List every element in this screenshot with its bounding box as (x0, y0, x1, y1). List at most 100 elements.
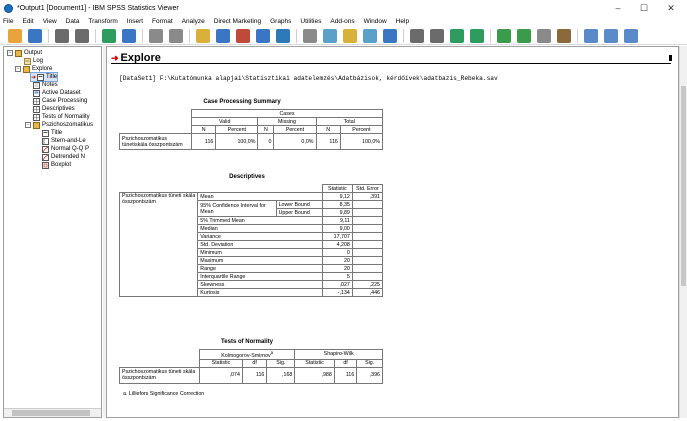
minimize-button[interactable]: – (605, 0, 631, 16)
column-header: Percent (215, 125, 259, 134)
undo-icon[interactable] (149, 28, 163, 43)
std-error-value (351, 264, 384, 273)
insert-text-icon[interactable] (624, 28, 638, 43)
nav-item-case-processing[interactable]: Case Processing (33, 97, 87, 105)
column-header: Sig. (266, 358, 296, 368)
export-icon[interactable] (102, 28, 116, 43)
statistic-label: Kurtosis (197, 288, 323, 297)
menu-window[interactable]: Window (364, 18, 387, 25)
chart-icon (42, 161, 49, 169)
weight-cases-icon[interactable] (323, 28, 337, 43)
statistic-value: -,134 (321, 288, 353, 297)
case-processing-title: Case Processing Summary (203, 99, 281, 105)
toolbar-separator (403, 28, 404, 43)
goto-data-icon[interactable] (196, 28, 210, 43)
print-preview-icon[interactable] (75, 28, 89, 43)
collapse-toggle[interactable]: − (15, 66, 21, 72)
content-vertical-scrollbar[interactable] (679, 46, 687, 418)
column-header: Statistic (294, 358, 335, 368)
std-error-value: ,446 (351, 288, 384, 297)
menu-insert[interactable]: Insert (127, 18, 143, 25)
demote-icon[interactable] (470, 28, 484, 43)
nav-item-normal-qq[interactable]: Normal Q-Q P (42, 145, 89, 153)
nav-item-detrended[interactable]: Detrended N (42, 153, 85, 161)
select-cases-icon[interactable] (303, 28, 317, 43)
descriptives-table[interactable]: Statistic Std. Error Pszichoszomatikus t… (118, 184, 384, 297)
insert-output-icon[interactable] (410, 28, 424, 43)
menu-edit[interactable]: Edit (22, 18, 33, 25)
maximize-button[interactable]: ☐ (631, 0, 657, 16)
menu-help[interactable]: Help (396, 18, 409, 25)
output-book-icon (15, 49, 22, 57)
nav-item-pszichoszomatikus[interactable]: − Pszichoszomatikus (25, 121, 93, 129)
show-icon[interactable] (537, 28, 551, 43)
table-cell: ,074 (199, 366, 243, 384)
nav-item-title-2[interactable]: Title (42, 129, 62, 137)
menu-file[interactable]: File (3, 18, 13, 25)
scrollbar-thumb[interactable] (681, 86, 686, 286)
menu-format[interactable]: Format (152, 18, 173, 25)
nav-item-notes[interactable]: Notes (33, 81, 58, 89)
use-sets-icon[interactable] (363, 28, 377, 43)
scrollbar-thumb[interactable] (12, 410, 90, 416)
chart-icon (42, 145, 49, 153)
recall-dialog-icon[interactable] (122, 28, 136, 43)
nav-item-stem-and-leaf[interactable]: Stem-and-Le (42, 137, 86, 145)
group-header: Valid (190, 117, 259, 126)
menu-graphs[interactable]: Graphs (270, 18, 291, 25)
navigator-horizontal-scrollbar[interactable] (4, 408, 101, 417)
redo-icon[interactable] (169, 28, 183, 43)
expand-icon[interactable] (497, 28, 511, 43)
close-button[interactable]: ✕ (658, 0, 684, 16)
outline-navigator: − Output Log − Explore ➜ Title Notes Act… (3, 46, 102, 418)
hide-icon[interactable] (557, 28, 571, 43)
group-header: Kolmogorov-Smirnova (198, 349, 296, 360)
collapse-toggle[interactable]: − (25, 122, 31, 128)
output-content-pane: ➜ Explore [DataSet1] F:\Kutatómunka alap… (106, 46, 679, 418)
column-header: Std. Error (351, 184, 384, 193)
designate-window-icon[interactable] (430, 28, 444, 43)
normality-title: Tests of Normality (221, 339, 273, 345)
nav-item-tests-of-normality[interactable]: Tests of Normality (33, 113, 90, 121)
case-processing-table[interactable]: Cases Valid Missing Total N Percent N Pe… (119, 109, 384, 150)
normality-table[interactable]: Kolmogorov-Smirnova Shapiro-Wilk Statist… (119, 349, 383, 384)
nav-item-descriptives[interactable]: Descriptives (33, 105, 75, 113)
std-error-value (351, 224, 384, 233)
folder-book-icon (33, 121, 40, 129)
stem-leaf-icon (42, 137, 49, 145)
statistic-label: Variance (197, 232, 323, 241)
heading-end-marker (669, 55, 672, 61)
nav-item-output[interactable]: − Output (7, 49, 42, 57)
table-cell: 116 (241, 366, 268, 384)
menu-transform[interactable]: Transform (88, 18, 117, 25)
menu-direct-marketing[interactable]: Direct Marketing (214, 18, 261, 25)
nav-item-log[interactable]: Log (24, 57, 43, 65)
menu-utilities[interactable]: Utilities (300, 18, 321, 25)
column-header: N (257, 125, 275, 134)
promote-icon[interactable] (450, 28, 464, 43)
goto-case-icon[interactable] (216, 28, 230, 43)
goto-variable-icon[interactable] (236, 28, 250, 43)
nav-item-boxplot[interactable]: Boxplot (42, 161, 71, 169)
group-header: Total (315, 117, 383, 126)
menu-view[interactable]: View (43, 18, 57, 25)
insert-heading-icon[interactable] (584, 28, 598, 43)
std-error-value (351, 216, 384, 225)
insert-title-icon[interactable] (604, 28, 618, 43)
menu-analyze[interactable]: Analyze (182, 18, 205, 25)
print-icon[interactable] (55, 28, 69, 43)
nav-item-explore[interactable]: − Explore (15, 65, 52, 73)
value-labels-icon[interactable] (343, 28, 357, 43)
spelling-icon[interactable] (383, 28, 397, 43)
nav-item-title-selected[interactable]: ➜ Title (29, 72, 59, 82)
open-icon[interactable] (8, 28, 22, 43)
save-icon[interactable] (28, 28, 42, 43)
nav-item-active-dataset[interactable]: Active Dataset (33, 89, 81, 97)
variables-icon[interactable] (256, 28, 270, 43)
show-all-icon[interactable] (276, 28, 290, 43)
menu-add-ons[interactable]: Add-ons (330, 18, 354, 25)
menu-data[interactable]: Data (66, 18, 80, 25)
collapse-toggle[interactable]: − (7, 50, 13, 56)
statistic-value: 9,11 (321, 216, 353, 225)
collapse-icon[interactable] (517, 28, 531, 43)
